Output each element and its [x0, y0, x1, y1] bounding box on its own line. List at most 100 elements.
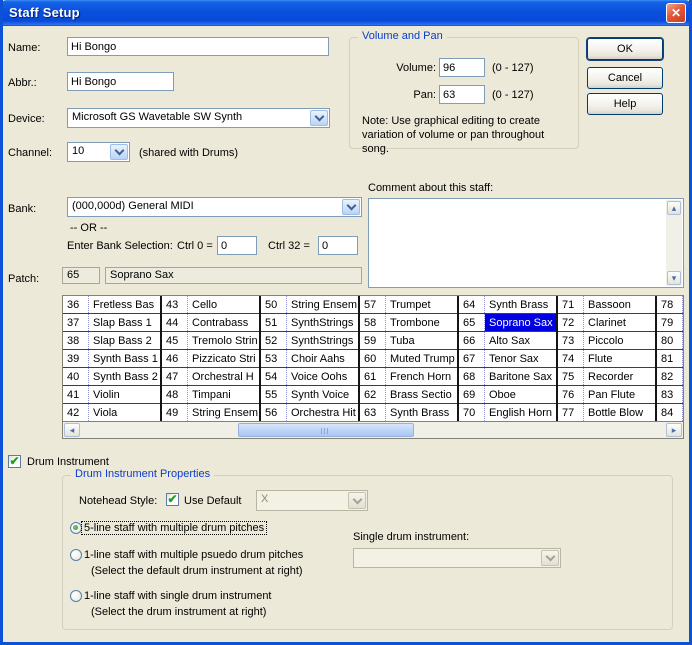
ctrl0-input[interactable]: [217, 236, 257, 255]
patch-name-cell[interactable]: English Horn: [485, 404, 556, 421]
pan-input[interactable]: [439, 85, 485, 104]
scroll-up-button[interactable]: ▴: [667, 201, 681, 215]
patch-name-cell[interactable]: Tuba: [386, 332, 457, 349]
patch-name-cell[interactable]: String Ensem: [287, 296, 358, 313]
patch-name-cell[interactable]: Piccolo: [584, 332, 655, 349]
patch-name-cell[interactable]: Synth Voice: [287, 386, 358, 403]
title-bar[interactable]: Staff Setup ✕: [0, 0, 692, 26]
radio-1line-multi[interactable]: [70, 549, 82, 561]
patch-number-cell[interactable]: 51: [261, 314, 287, 331]
ctrl32-input[interactable]: [318, 236, 358, 255]
patch-name-cell[interactable]: Fretless Bas: [89, 296, 160, 313]
patch-number-cell[interactable]: 73: [558, 332, 584, 349]
patch-name-cell[interactable]: Slap Bass 2: [89, 332, 160, 349]
patch-name-cell[interactable]: Oboe: [485, 386, 556, 403]
help-button[interactable]: Help: [587, 93, 663, 115]
patch-number-cell[interactable]: 79: [657, 314, 683, 331]
patch-number-cell[interactable]: 59: [360, 332, 386, 349]
patch-name-cell[interactable]: Flute: [584, 350, 655, 367]
patch-name-cell[interactable]: SynthStrings: [287, 314, 358, 331]
channel-combobox[interactable]: 10: [67, 142, 130, 162]
patch-number-cell[interactable]: 70: [459, 404, 485, 421]
patch-name-cell[interactable]: Synth Bass 2: [89, 368, 160, 385]
patch-name-cell[interactable]: Pizzicato Stri: [188, 350, 259, 367]
close-button[interactable]: ✕: [666, 3, 686, 23]
patch-name-cell[interactable]: Orchestral H: [188, 368, 259, 385]
patch-number-cell[interactable]: 76: [558, 386, 584, 403]
volume-input[interactable]: [439, 58, 485, 77]
patch-number-cell[interactable]: 41: [63, 386, 89, 403]
radio-1line-multi-label[interactable]: 1-line staff with multiple psuedo drum p…: [84, 549, 303, 561]
patch-name-cell[interactable]: Contrabass: [188, 314, 259, 331]
patch-number-cell[interactable]: 42: [63, 404, 89, 421]
patch-number-cell[interactable]: 63: [360, 404, 386, 421]
patch-number-cell[interactable]: 64: [459, 296, 485, 313]
radio-1line-single[interactable]: [70, 590, 82, 602]
patch-name-cell[interactable]: Timpani: [188, 386, 259, 403]
patch-name-cell[interactable]: Clarinet: [584, 314, 655, 331]
patch-name-cell[interactable]: Voice Oohs: [287, 368, 358, 385]
patch-number-cell[interactable]: 47: [162, 368, 188, 385]
patch-name-cell[interactable]: Choir Aahs: [287, 350, 358, 367]
patch-name-cell[interactable]: Synth Brass: [386, 404, 457, 421]
patch-number-cell[interactable]: 54: [261, 368, 287, 385]
patch-number-cell[interactable]: 56: [261, 404, 287, 421]
patch-name-cell[interactable]: Violin: [89, 386, 160, 403]
patch-number-cell[interactable]: 44: [162, 314, 188, 331]
patch-number-cell[interactable]: 61: [360, 368, 386, 385]
bank-dropdown-button[interactable]: [342, 199, 360, 215]
patch-name-cell[interactable]: Muted Trump: [386, 350, 457, 367]
patch-number-cell[interactable]: 68: [459, 368, 485, 385]
patch-number-cell[interactable]: 45: [162, 332, 188, 349]
patch-number-cell[interactable]: 55: [261, 386, 287, 403]
patch-number-cell[interactable]: 48: [162, 386, 188, 403]
name-input[interactable]: [67, 37, 329, 56]
abbr-input[interactable]: [67, 72, 174, 91]
patch-number-cell[interactable]: 52: [261, 332, 287, 349]
patch-number-cell[interactable]: 53: [261, 350, 287, 367]
channel-dropdown-button[interactable]: [110, 144, 128, 160]
patch-number-cell[interactable]: 43: [162, 296, 188, 313]
patch-number-cell[interactable]: 72: [558, 314, 584, 331]
bank-combobox[interactable]: (000,000d) General MIDI: [67, 197, 362, 217]
patch-name-cell[interactable]: Viola: [89, 404, 160, 421]
scroll-down-button[interactable]: ▾: [667, 271, 681, 285]
patch-name-cell[interactable]: Tremolo Strin: [188, 332, 259, 349]
use-default-checkbox[interactable]: ✔: [166, 493, 179, 506]
patch-number-cell[interactable]: 39: [63, 350, 89, 367]
patch-number-cell[interactable]: 60: [360, 350, 386, 367]
cancel-button[interactable]: Cancel: [587, 67, 663, 89]
patch-number-cell[interactable]: 57: [360, 296, 386, 313]
patch-name-cell[interactable]: String Ensem: [188, 404, 259, 421]
patch-name-cell[interactable]: Bassoon: [584, 296, 655, 313]
patch-number-cell[interactable]: 71: [558, 296, 584, 313]
patch-number-cell[interactable]: 82: [657, 368, 683, 385]
patch-name-cell[interactable]: Pan Flute: [584, 386, 655, 403]
patch-number-cell[interactable]: 80: [657, 332, 683, 349]
patch-name-cell[interactable]: Trombone: [386, 314, 457, 331]
patch-number-cell[interactable]: 81: [657, 350, 683, 367]
patch-name-cell[interactable]: Bottle Blow: [584, 404, 655, 421]
ok-button[interactable]: OK: [587, 38, 663, 60]
scroll-right-button[interactable]: ▸: [666, 423, 682, 437]
patch-name-cell[interactable]: Recorder: [584, 368, 655, 385]
patch-number-cell[interactable]: 49: [162, 404, 188, 421]
patch-name-cell[interactable]: French Horn: [386, 368, 457, 385]
patch-number-cell[interactable]: 36: [63, 296, 89, 313]
patch-name-cell[interactable]: Alto Sax: [485, 332, 556, 349]
patch-name-cell[interactable]: Trumpet: [386, 296, 457, 313]
patch-number-cell[interactable]: 37: [63, 314, 89, 331]
patch-number-cell[interactable]: 78: [657, 296, 683, 313]
radio-5line-staff-label[interactable]: 5-line staff with multiple drum pitches: [81, 521, 267, 535]
device-combobox[interactable]: Microsoft GS Wavetable SW Synth: [67, 108, 330, 128]
device-dropdown-button[interactable]: [310, 110, 328, 126]
patch-name-cell[interactable]: Cello: [188, 296, 259, 313]
patch-number-cell[interactable]: 46: [162, 350, 188, 367]
patch-name-cell[interactable]: Tenor Sax: [485, 350, 556, 367]
patch-number-cell[interactable]: 77: [558, 404, 584, 421]
patch-name-cell[interactable]: Synth Bass 1: [89, 350, 160, 367]
patch-number-cell[interactable]: 62: [360, 386, 386, 403]
drum-instrument-checkbox[interactable]: ✔: [8, 455, 21, 468]
comment-vscrollbar[interactable]: ▴ ▾: [666, 200, 682, 286]
patch-name-cell[interactable]: Slap Bass 1: [89, 314, 160, 331]
